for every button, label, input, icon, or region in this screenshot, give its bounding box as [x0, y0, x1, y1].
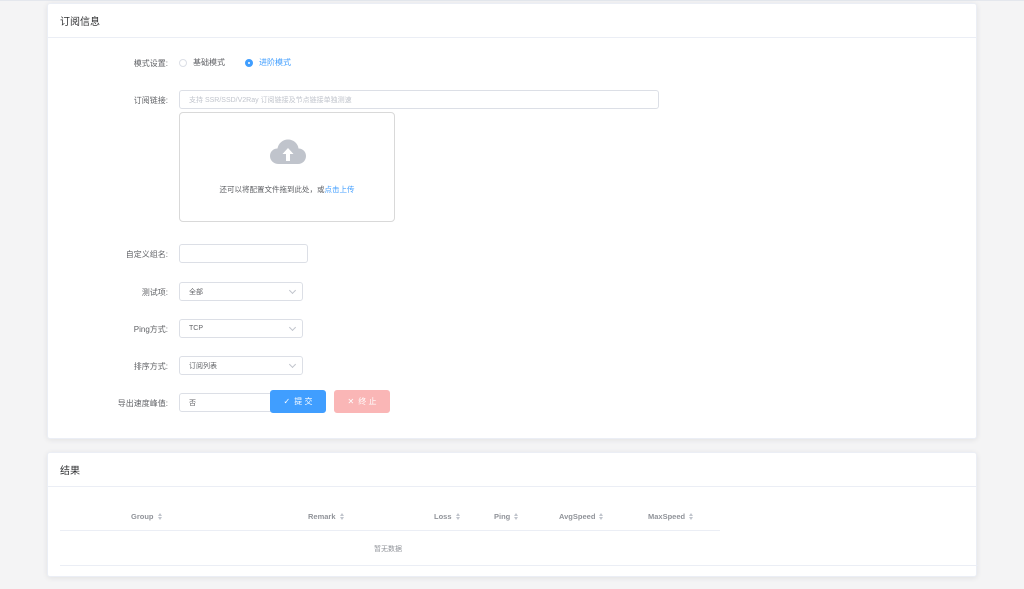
radio-advanced-mode-label: 进阶模式	[259, 58, 291, 67]
group-name-input[interactable]	[179, 244, 308, 263]
test-item-value: 全部	[189, 288, 203, 296]
column-header-avgspeed[interactable]: AvgSpeed	[559, 512, 604, 521]
ping-method-select[interactable]: TCP	[179, 319, 303, 338]
close-icon: ✕	[347, 397, 355, 406]
upload-dropzone[interactable]: 还可以将配置文件拖到此处，或点击上传	[179, 112, 395, 222]
export-peak-label: 导出速度峰值:	[117, 399, 168, 408]
subscription-card: 订阅信息 模式设置: 基础模式 进阶模式 订阅链接: 支持 SSR/SSD/V2…	[47, 3, 977, 439]
sort-method-value: 订阅列表	[189, 362, 217, 370]
sort-method-select[interactable]: 订阅列表	[179, 356, 303, 375]
submit-button[interactable]: ✓ 提 交	[270, 390, 326, 413]
column-header-label: Loss	[434, 512, 452, 521]
click-upload-link[interactable]: 点击上传	[325, 185, 355, 194]
sort-icon[interactable]	[455, 513, 460, 520]
sort-icon[interactable]	[514, 513, 519, 520]
column-header-loss[interactable]: Loss	[434, 512, 460, 521]
empty-text: 暂无数据	[374, 546, 402, 553]
results-table-header: Group Remark Loss Ping AvgSpeed MaxSpeed	[60, 503, 720, 531]
radio-circle-icon	[179, 58, 187, 67]
link-placeholder: 支持 SSR/SSD/V2Ray 订阅链接及节点链接单独测速	[189, 96, 352, 104]
column-header-label: Group	[131, 512, 154, 521]
column-header-group[interactable]: Group	[131, 512, 162, 521]
test-item-label: 测试项:	[141, 288, 168, 297]
column-header-label: Remark	[308, 512, 336, 521]
link-label: 订阅链接:	[133, 96, 168, 105]
column-header-label: Ping	[494, 512, 511, 521]
radio-advanced-mode[interactable]: 进阶模式	[245, 57, 291, 68]
test-item-select[interactable]: 全部	[179, 282, 303, 301]
results-empty-row: 暂无数据	[60, 531, 978, 566]
top-border	[0, 0, 1024, 1]
submit-button-label: 提 交	[294, 397, 313, 406]
radio-basic-mode-label: 基础模式	[193, 58, 225, 67]
sort-method-label: 排序方式:	[133, 362, 168, 371]
sort-icon[interactable]	[599, 513, 604, 520]
stop-button-label: 终 止	[358, 397, 377, 406]
column-header-remark[interactable]: Remark	[308, 512, 344, 521]
subscription-link-input[interactable]: 支持 SSR/SSD/V2Ray 订阅链接及节点链接单独测速	[179, 90, 659, 109]
upload-hint-text: 还可以将配置文件拖到此处，或	[219, 185, 325, 194]
column-header-label: AvgSpeed	[559, 512, 596, 521]
column-header-maxspeed[interactable]: MaxSpeed	[648, 512, 694, 521]
radio-basic-mode[interactable]: 基础模式	[179, 57, 225, 68]
cloud-upload-icon	[270, 139, 306, 164]
chevron-down-icon	[288, 286, 297, 295]
subscription-card-title: 订阅信息	[48, 4, 976, 38]
column-header-ping[interactable]: Ping	[494, 512, 519, 521]
sort-icon[interactable]	[339, 513, 344, 520]
upload-hint: 还可以将配置文件拖到此处，或点击上传	[180, 184, 394, 195]
radio-checked-icon	[245, 58, 253, 67]
chevron-down-icon	[288, 360, 297, 369]
chevron-down-icon	[288, 323, 297, 332]
export-peak-value: 否	[189, 399, 196, 407]
sort-icon[interactable]	[689, 513, 694, 520]
results-card-title: 结果	[48, 453, 976, 487]
column-header-label: MaxSpeed	[648, 512, 686, 521]
sort-icon[interactable]	[157, 513, 162, 520]
mode-label: 模式设置:	[133, 59, 168, 68]
check-icon: ✓	[283, 397, 291, 406]
ping-method-value: TCP	[189, 325, 203, 332]
ping-method-label: Ping方式:	[133, 325, 168, 334]
stop-button[interactable]: ✕ 终 止	[334, 390, 390, 413]
group-label: 自定义组名:	[125, 250, 168, 259]
results-card: 结果 Group Remark Loss Ping AvgSpeed MaxSp…	[47, 452, 978, 577]
